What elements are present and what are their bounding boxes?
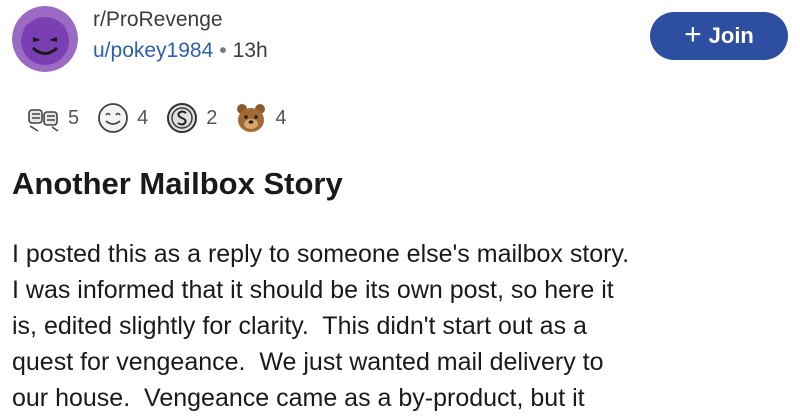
- post-header: r/ProRevenge u/pokey1984 • 13h + Join: [0, 0, 800, 84]
- join-button[interactable]: + Join: [650, 12, 788, 60]
- post-meta: u/pokey1984 • 13h: [93, 39, 268, 63]
- award-count: 5: [68, 106, 80, 129]
- plus-icon: +: [684, 18, 702, 51]
- post-body-line: is, edited slightly for clarity. This di…: [12, 312, 587, 340]
- devil-face-icon: [12, 6, 78, 72]
- author-username[interactable]: u/pokey1984: [93, 39, 213, 62]
- subreddit-name[interactable]: r/ProRevenge: [93, 8, 223, 32]
- award-count: 4: [137, 106, 149, 129]
- award-item[interactable]: 5: [26, 100, 79, 136]
- post-title[interactable]: Another Mailbox Story: [12, 166, 343, 202]
- post-body: I posted this as a reply to someone else…: [12, 236, 792, 416]
- wholesome-face-icon: [98, 103, 129, 133]
- post-body-line: our house. Vengeance came as a by-produc…: [12, 384, 585, 412]
- post-age: 13h: [232, 39, 268, 62]
- silver-coin-icon: [167, 103, 198, 133]
- post-body-line: I was informed that it should be its own…: [12, 276, 614, 304]
- join-label: Join: [708, 23, 754, 48]
- award-count: 4: [275, 106, 287, 129]
- awards-row: 5 4 2 4: [26, 96, 303, 140]
- subreddit-avatar[interactable]: [12, 6, 78, 72]
- award-item[interactable]: 4: [95, 100, 148, 136]
- fist-bump-icon: [28, 109, 59, 132]
- award-item[interactable]: 4: [233, 100, 287, 136]
- post-body-line: I posted this as a reply to someone else…: [12, 240, 630, 268]
- award-item[interactable]: 2: [164, 100, 217, 136]
- post-body-line: quest for vengeance. We just wanted mail…: [12, 348, 604, 376]
- award-count: 2: [206, 106, 218, 129]
- meta-separator: •: [219, 39, 227, 62]
- bear-face-icon: [237, 104, 266, 132]
